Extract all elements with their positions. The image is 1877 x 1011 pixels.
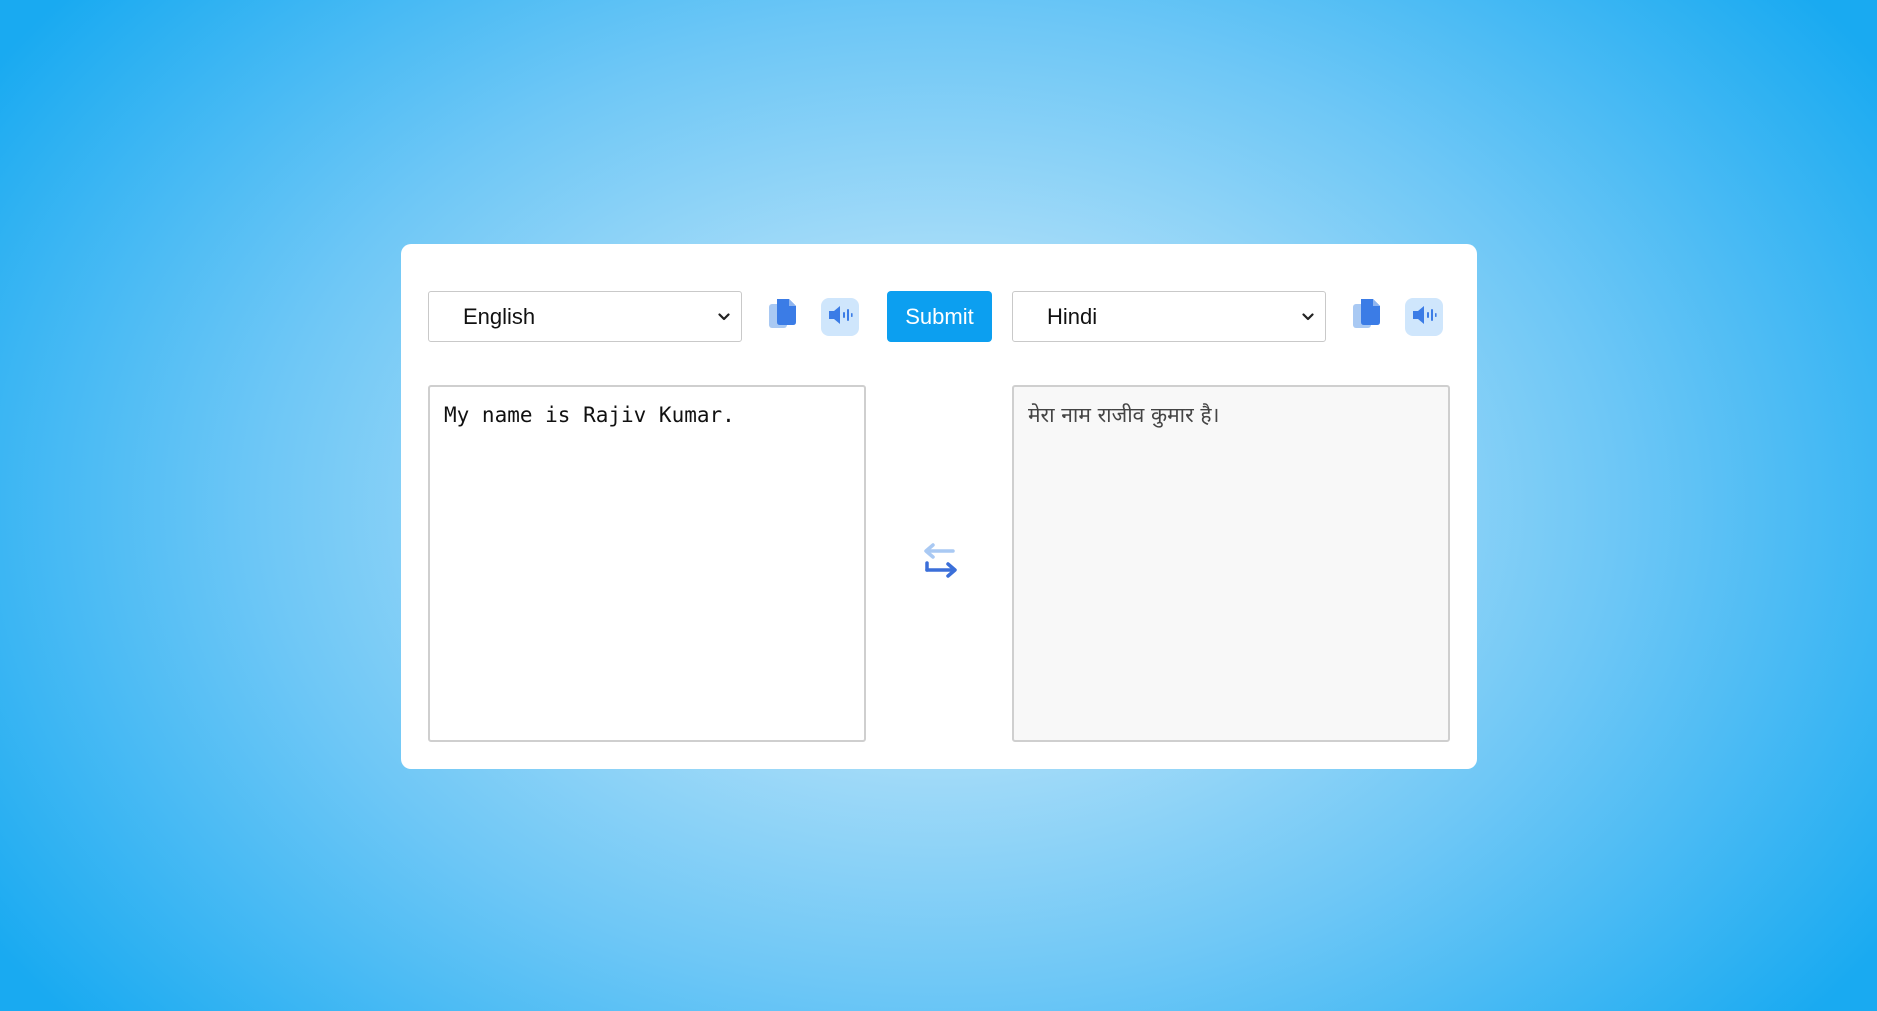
swap-languages-button[interactable] — [917, 543, 963, 585]
speaker-icon — [827, 304, 853, 331]
copy-icon — [1351, 298, 1383, 337]
copy-icon — [767, 298, 799, 337]
source-language-select[interactable]: English — [428, 291, 742, 342]
submit-button[interactable]: Submit — [887, 291, 992, 342]
speak-source-button[interactable] — [821, 298, 859, 336]
translator-card: English Submit Hindi My name is Rajiv Ku… — [401, 244, 1477, 769]
chevron-down-icon — [713, 306, 735, 328]
target-language-select[interactable]: Hindi — [1012, 291, 1326, 342]
speak-target-button[interactable] — [1405, 298, 1443, 336]
swap-arrows-icon — [917, 543, 963, 589]
target-language-label: Hindi — [1047, 303, 1098, 329]
chevron-down-icon — [1297, 306, 1319, 328]
speaker-icon — [1411, 304, 1437, 331]
source-text-input[interactable]: My name is Rajiv Kumar. — [428, 385, 866, 742]
copy-source-button[interactable] — [764, 298, 802, 336]
translated-text-output[interactable]: मेरा नाम राजीव कुमार है। — [1012, 385, 1450, 742]
copy-target-button[interactable] — [1348, 298, 1386, 336]
source-language-label: English — [463, 303, 536, 329]
